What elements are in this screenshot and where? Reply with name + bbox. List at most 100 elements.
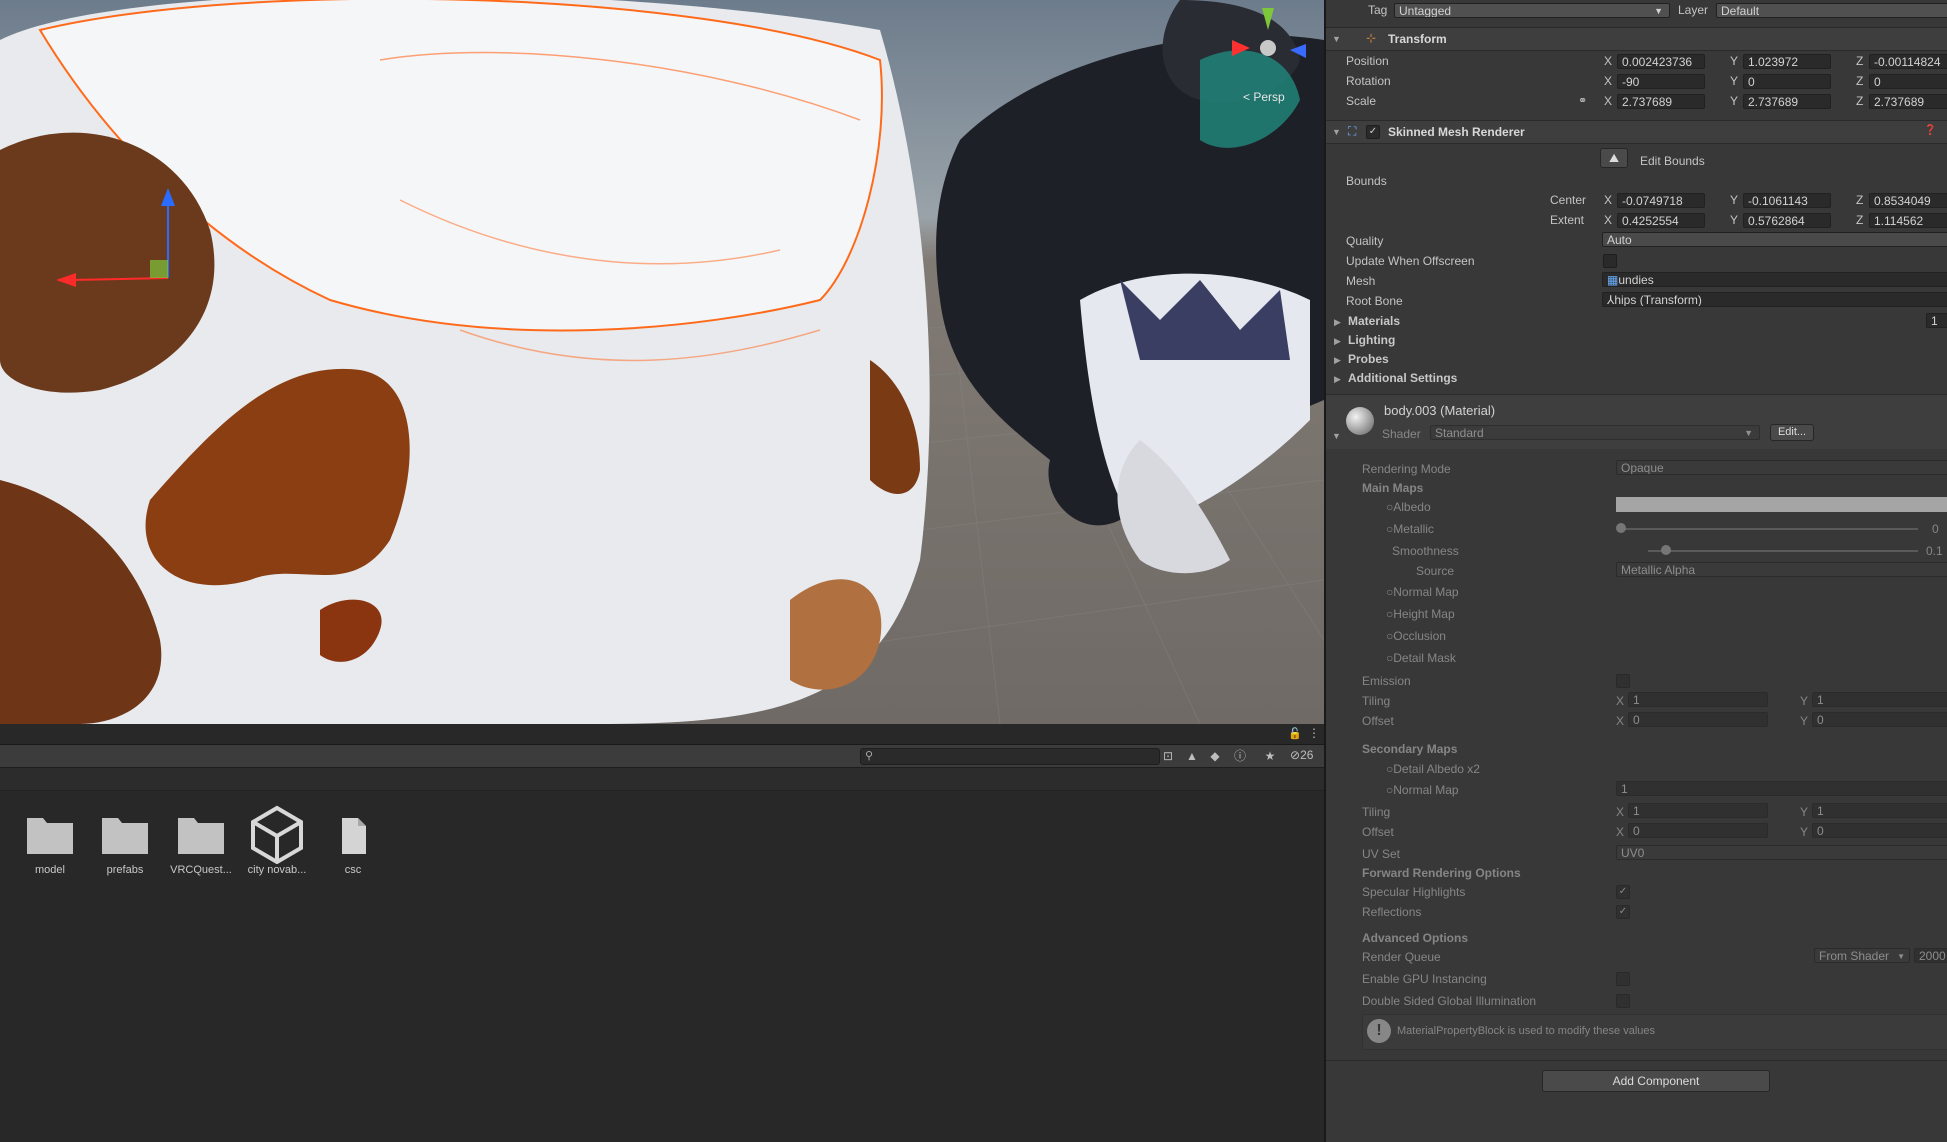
camera-mode-label[interactable]: < Persp xyxy=(1243,90,1285,104)
tiling-x-field[interactable]: 1 xyxy=(1628,692,1768,707)
uv-set-dropdown[interactable]: UV0 xyxy=(1616,845,1947,860)
specular-highlights-checkbox[interactable]: ✓ xyxy=(1616,885,1630,899)
materials-foldout[interactable]: Materials xyxy=(1348,314,1400,328)
add-component-button[interactable]: Add Component xyxy=(1542,1070,1770,1092)
shader-dropdown[interactable]: Standard ▼ xyxy=(1430,425,1760,440)
link-icon[interactable]: ⚭ xyxy=(1578,94,1587,107)
lock-icon[interactable]: 🔓 xyxy=(1288,727,1302,740)
scale-y-field[interactable]: 2.737689 xyxy=(1743,94,1831,109)
foldout-arrow-icon: ▶ xyxy=(1334,355,1341,365)
render-queue-field[interactable]: 2000 xyxy=(1914,948,1947,963)
foldout-arrow-icon: ▼ xyxy=(1332,127,1341,137)
hidden-packages-toggle[interactable]: ⊘26 xyxy=(1290,748,1313,762)
albedo-color-field[interactable] xyxy=(1616,497,1947,512)
metallic-label: ○Metallic xyxy=(1386,522,1434,536)
material-property-block-notice: ! MaterialPropertyBlock is used to modif… xyxy=(1362,1014,1947,1050)
transform-header[interactable]: ▼ ⊹ Transform xyxy=(1326,27,1947,51)
rendering-mode-dropdown[interactable]: Opaque xyxy=(1616,460,1947,475)
edit-bounds-button[interactable]: ⛰ xyxy=(1600,148,1628,168)
asset-item[interactable]: model xyxy=(14,804,86,876)
asset-item[interactable]: csc xyxy=(317,804,389,876)
eye-slash-icon: ⊘ xyxy=(1290,748,1301,762)
chevron-down-icon: ▼ xyxy=(1744,428,1753,438)
material-header[interactable]: body.003 (Material) Shader Standard ▼ Edi… xyxy=(1326,394,1947,449)
scale-x-field[interactable]: 2.737689 xyxy=(1617,94,1705,109)
smoothness-slider-thumb[interactable] xyxy=(1661,545,1671,555)
asset-item[interactable]: VRCQuest... xyxy=(165,804,237,876)
smoothness-slider-track[interactable] xyxy=(1648,550,1918,552)
file-icon xyxy=(342,818,366,854)
log-types-icon[interactable]: ⓘ xyxy=(1232,748,1248,764)
project-window: 🔓 ⋮ ⚲ ⊡ ▲ ◆ ⓘ ★ ⊘26 model prefabs VRCQue… xyxy=(0,724,1324,1142)
root-bone-object-field[interactable]: ⅄hips (Transform) xyxy=(1602,292,1947,307)
gpu-instancing-checkbox[interactable] xyxy=(1616,972,1630,986)
materials-count-field[interactable]: 1 xyxy=(1926,313,1947,328)
divider xyxy=(1326,1060,1947,1061)
search-by-label-icon[interactable]: ▲ xyxy=(1184,748,1200,764)
asset-item[interactable]: city novab... xyxy=(241,804,313,876)
rotation-row: Rotation X -90 Y0 Z0 xyxy=(1326,74,1947,92)
bounds-icon: ⛰ xyxy=(1608,151,1620,165)
inspector-panel: Tag Untagged ▼ Layer Default ▼ ⊹ Transfor… xyxy=(1324,0,1947,1142)
scene-view[interactable]: < Persp xyxy=(0,0,1324,724)
position-y-field[interactable]: 1.023972 xyxy=(1743,54,1831,69)
quality-dropdown[interactable]: Auto xyxy=(1602,232,1947,247)
extent-z-field[interactable]: 1.114562 xyxy=(1869,213,1947,228)
double-sided-gi-checkbox[interactable] xyxy=(1616,994,1630,1008)
albedo-label: ○Albedo xyxy=(1386,500,1431,514)
offset-x-field[interactable]: 0 xyxy=(1628,712,1768,727)
tag-icon[interactable]: ◆ xyxy=(1207,748,1223,764)
skinned-mesh-renderer-header[interactable]: ▼ ⛶ ✓ Skinned Mesh Renderer ❓ xyxy=(1326,120,1947,144)
help-icon[interactable]: ❓ xyxy=(1924,125,1936,136)
project-breadcrumb xyxy=(0,768,1324,791)
transform-icon: ⊹ xyxy=(1366,31,1377,45)
center-x-field[interactable]: -0.0749718 xyxy=(1617,193,1705,208)
folder-icon xyxy=(27,818,73,854)
position-x-field[interactable]: 0.002423736 xyxy=(1617,54,1705,69)
smoothness-source-dropdown[interactable]: Metallic Alpha xyxy=(1616,562,1947,577)
scene-render xyxy=(0,0,1324,724)
probes-foldout[interactable]: Probes xyxy=(1348,352,1389,366)
offset2-y-field[interactable]: 0 xyxy=(1812,823,1947,838)
extent-y-field[interactable]: 0.5762864 xyxy=(1743,213,1831,228)
favorite-star-icon[interactable]: ★ xyxy=(1262,748,1278,764)
rotation-z-field[interactable]: 0 xyxy=(1869,74,1947,89)
center-y-field[interactable]: -0.1061143 xyxy=(1743,193,1831,208)
update-offscreen-checkbox[interactable] xyxy=(1603,254,1617,268)
reflections-checkbox[interactable]: ✓ xyxy=(1616,905,1630,919)
chevron-left-icon: < xyxy=(1243,90,1251,104)
lighting-foldout[interactable]: Lighting xyxy=(1348,333,1395,347)
asset-item[interactable]: prefabs xyxy=(89,804,161,876)
mesh-object-field[interactable]: ▦undies xyxy=(1602,272,1947,287)
kebab-menu-icon[interactable]: ⋮ xyxy=(1308,726,1320,740)
rotation-x-field[interactable]: -90 xyxy=(1617,74,1705,89)
tag-dropdown[interactable]: Untagged ▼ xyxy=(1394,3,1670,18)
detail-normal-scale-field[interactable]: 1 xyxy=(1616,781,1947,796)
scale-z-field[interactable]: 2.737689 xyxy=(1869,94,1947,109)
metallic-slider-thumb[interactable] xyxy=(1616,523,1626,533)
bounds-center-row: Center X -0.0749718 Y -0.1061143 Z 0.853404… xyxy=(1326,193,1947,211)
position-z-field[interactable]: -0.00114824 xyxy=(1869,54,1947,69)
project-search-input[interactable]: ⚲ xyxy=(860,748,1160,765)
emission-checkbox[interactable] xyxy=(1616,674,1630,688)
additional-settings-foldout[interactable]: Additional Settings xyxy=(1348,371,1457,385)
rotation-y-field[interactable]: 0 xyxy=(1743,74,1831,89)
metallic-slider-track[interactable] xyxy=(1618,528,1918,530)
tag-layer-row: Tag Untagged ▼ Layer Default xyxy=(1326,2,1947,20)
component-enabled-checkbox[interactable]: ✓ xyxy=(1366,125,1380,139)
tiling2-y-field[interactable]: 1 xyxy=(1812,803,1947,818)
material-preview-sphere xyxy=(1346,407,1374,435)
render-queue-mode-dropdown[interactable]: From Shader ▼ xyxy=(1814,948,1910,963)
edit-shader-button[interactable]: Edit... xyxy=(1770,424,1814,441)
offset-y-field[interactable]: 0 xyxy=(1812,712,1947,727)
extent-x-field[interactable]: 0.4252554 xyxy=(1617,213,1705,228)
tiling2-x-field[interactable]: 1 xyxy=(1628,803,1768,818)
bounds-extent-row: Extent X 0.4252554 Y 0.5762864 Z 1.114562 xyxy=(1326,213,1947,231)
skinned-mesh-icon: ⛶ xyxy=(1348,124,1357,138)
layer-dropdown[interactable]: Default xyxy=(1716,3,1947,18)
search-by-type-icon[interactable]: ⊡ xyxy=(1160,748,1176,764)
tiling-y-field[interactable]: 1 xyxy=(1812,692,1947,707)
offset2-x-field[interactable]: 0 xyxy=(1628,823,1768,838)
center-z-field[interactable]: 0.8534049 xyxy=(1869,193,1947,208)
mesh-icon: ▦ xyxy=(1607,273,1619,287)
